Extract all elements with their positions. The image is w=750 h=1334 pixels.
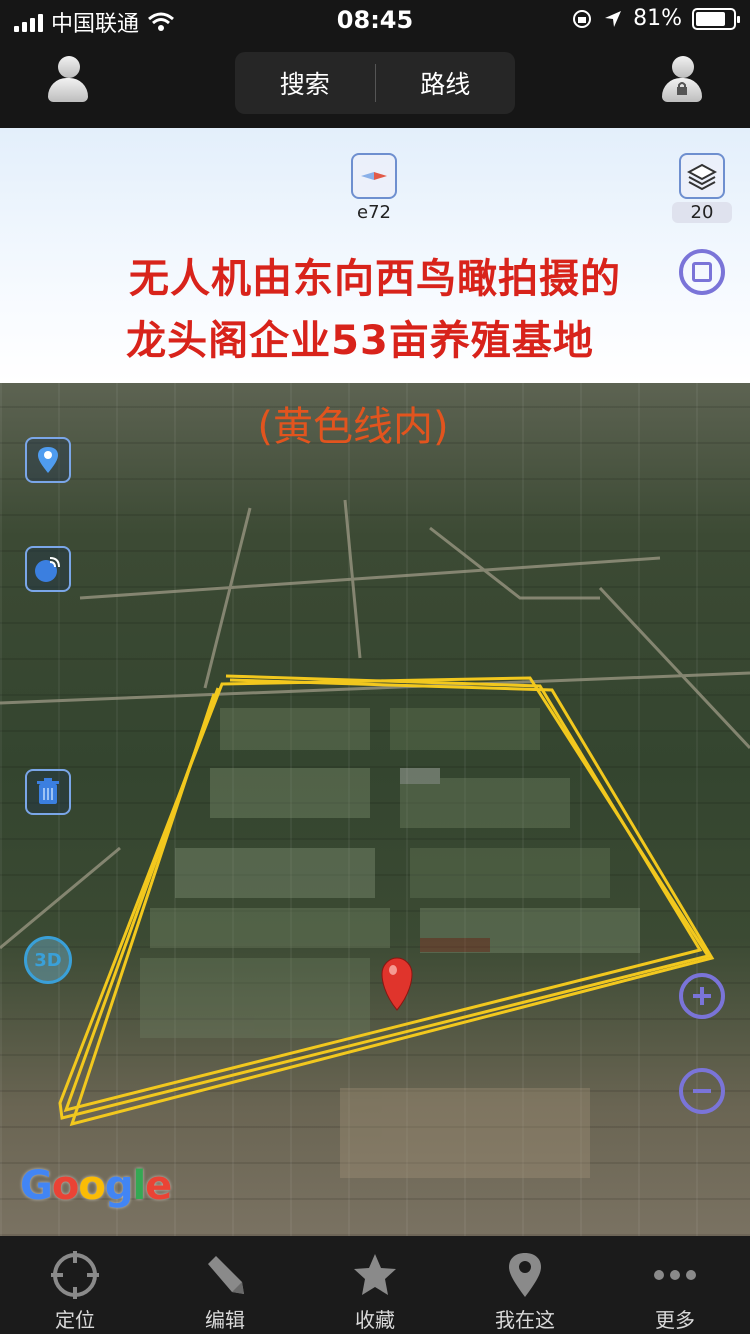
minus-icon bbox=[693, 1089, 711, 1093]
tab-i-am-here[interactable]: 我在这 bbox=[450, 1236, 600, 1334]
zoom-out-button[interactable] bbox=[679, 1068, 725, 1114]
compass-needle-icon bbox=[361, 172, 387, 180]
tab-i-am-here-label: 我在这 bbox=[495, 1308, 555, 1332]
search-button[interactable]: 搜索 bbox=[235, 65, 375, 101]
tab-more[interactable]: 更多 bbox=[600, 1236, 750, 1334]
satellite-button[interactable] bbox=[25, 546, 71, 592]
marker-tool-button[interactable] bbox=[25, 437, 71, 483]
top-bar: 中国联通 08:45 81% 搜索 路线 bbox=[0, 0, 750, 128]
tab-more-label: 更多 bbox=[655, 1308, 695, 1332]
tab-locate-label: 定位 bbox=[55, 1308, 95, 1332]
map-view[interactable]: 无人机由东向西鸟瞰拍摄的 龙头阁企业53亩养殖基地 (黄色线内) e72 20 bbox=[0, 128, 750, 1236]
user-lock-icon[interactable] bbox=[662, 56, 702, 104]
layers-button[interactable] bbox=[679, 153, 725, 199]
boundary-outline bbox=[58, 674, 715, 1127]
tab-favorites-label: 收藏 bbox=[355, 1308, 395, 1332]
farm-fields bbox=[140, 708, 640, 1178]
battery-percent: 81% bbox=[633, 6, 682, 31]
bottom-tab-bar: 定位 编辑 收藏 我在这 更多 bbox=[0, 1236, 750, 1334]
more-dots-icon bbox=[654, 1270, 696, 1280]
red-location-pin-icon[interactable] bbox=[381, 957, 413, 1011]
pencil-icon bbox=[208, 1256, 244, 1294]
tab-edit[interactable]: 编辑 bbox=[150, 1236, 300, 1334]
3d-toggle-button[interactable]: 3D bbox=[24, 936, 72, 984]
battery-fill bbox=[696, 11, 726, 26]
tab-locate[interactable]: 定位 bbox=[0, 1236, 150, 1334]
tab-favorites[interactable]: 收藏 bbox=[300, 1236, 450, 1334]
caption-line-3: (黄色线内) bbox=[257, 404, 449, 450]
compass-button[interactable] bbox=[351, 153, 397, 199]
compass-label: e72 bbox=[357, 202, 391, 223]
layers-icon bbox=[687, 163, 717, 191]
3d-label: 3D bbox=[34, 949, 62, 971]
caption-line-2: 龙头阁企业53亩养殖基地 bbox=[126, 318, 594, 364]
satellite-dish-icon bbox=[35, 557, 60, 582]
star-icon bbox=[354, 1254, 396, 1295]
trash-icon bbox=[37, 778, 59, 804]
map-marker-icon bbox=[38, 447, 58, 473]
search-route-segment: 搜索 路线 bbox=[235, 52, 515, 114]
delete-button[interactable] bbox=[25, 769, 71, 815]
plus-icon bbox=[693, 987, 711, 1005]
tab-edit-label: 编辑 bbox=[205, 1308, 245, 1332]
square-icon bbox=[692, 262, 712, 282]
layers-count: 20 bbox=[672, 202, 732, 223]
rotation-lock-icon bbox=[573, 9, 592, 28]
select-area-button[interactable] bbox=[679, 249, 725, 295]
status-bar: 中国联通 08:45 81% bbox=[0, 0, 750, 40]
zoom-in-button[interactable] bbox=[679, 973, 725, 1019]
caption-line-1: 无人机由东向西鸟瞰拍摄的 bbox=[129, 256, 621, 302]
battery-icon bbox=[692, 7, 740, 30]
route-button[interactable]: 路线 bbox=[376, 65, 516, 101]
crosshair-icon bbox=[51, 1251, 99, 1299]
user-avatar-icon[interactable] bbox=[48, 56, 88, 104]
location-arrow-icon bbox=[605, 10, 622, 27]
map-pin-icon bbox=[509, 1253, 541, 1297]
google-logo: Google bbox=[20, 1163, 172, 1209]
